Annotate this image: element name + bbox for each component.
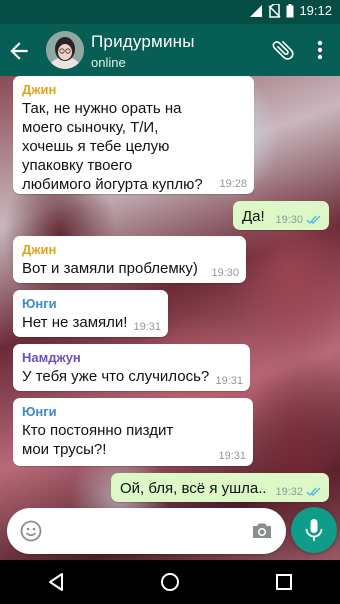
- chat-header: Придурмины online: [0, 24, 340, 76]
- message-time: 19:31: [215, 375, 243, 387]
- more-vert-icon[interactable]: [310, 38, 330, 62]
- message-text: У тебя уже что случилось?: [22, 368, 210, 385]
- status-bar: 19:12: [0, 0, 340, 24]
- message-time: 19:32: [275, 486, 303, 498]
- double-check-icon: [306, 487, 321, 497]
- message-time: 19:31: [133, 321, 161, 333]
- message-meta: 19:31: [133, 321, 161, 333]
- message-text: Кто постоянно пиздит мои трусы?!: [22, 422, 174, 458]
- message-bubble[interactable]: Джин Вот и замяли проблемку) 19:30: [13, 236, 246, 283]
- no-sim-icon: [268, 3, 281, 18]
- chat-title[interactable]: Придурмины: [91, 32, 195, 52]
- status-icons: 19:12: [249, 3, 332, 18]
- message-bubble-outgoing[interactable]: Да! 19:30: [233, 201, 329, 230]
- message-text: Так, не нужно орать на моего сыночку, Т/…: [22, 100, 203, 193]
- message-bubble[interactable]: Намджун У тебя уже что случилось? 19:31: [13, 344, 250, 391]
- message-text: Вот и замяли проблемку): [22, 260, 198, 277]
- nav-home-icon[interactable]: [158, 570, 182, 594]
- message-composer: [7, 508, 286, 554]
- double-check-icon: [306, 215, 321, 225]
- camera-icon[interactable]: [250, 519, 274, 543]
- chat-area[interactable]: Джин Так, не нужно орать на моего сыночк…: [0, 76, 340, 560]
- message-meta: 19:32: [275, 486, 322, 498]
- battery-icon: [286, 3, 294, 17]
- message-sender: Джин: [22, 82, 57, 97]
- message-sender: Джин: [22, 242, 57, 257]
- message-time: 19:28: [219, 178, 247, 190]
- mic-icon: [305, 519, 323, 541]
- message-meta: 19:28: [219, 178, 247, 190]
- message-bubble[interactable]: Джин Так, не нужно орать на моего сыночк…: [13, 76, 254, 194]
- nav-back-icon[interactable]: [44, 570, 68, 594]
- mic-button[interactable]: [291, 507, 337, 553]
- message-sender: Юнги: [22, 296, 57, 311]
- message-meta: 19:30: [211, 267, 239, 279]
- system-nav-bar: [0, 560, 340, 604]
- message-meta: 19:31: [215, 375, 243, 387]
- emoji-icon[interactable]: [19, 519, 43, 543]
- message-time: 19:30: [211, 267, 239, 279]
- status-time: 19:12: [299, 3, 332, 18]
- message-meta: 19:31: [218, 450, 246, 462]
- message-input[interactable]: [53, 520, 233, 542]
- avatar-image: [46, 31, 84, 69]
- message-sender: Юнги: [22, 404, 57, 419]
- paperclip-icon[interactable]: [270, 36, 296, 64]
- message-bubble[interactable]: Юнги Кто постоянно пиздит мои трусы?! 19…: [13, 398, 253, 466]
- message-time: 19:31: [218, 450, 246, 462]
- message-meta: 19:30: [275, 214, 322, 226]
- signal-icon: [250, 4, 263, 17]
- message-bubble-outgoing[interactable]: Ой, бля, всё я ушла.. 19:32: [111, 473, 329, 502]
- nav-recents-icon[interactable]: [272, 570, 296, 594]
- back-arrow-icon[interactable]: [6, 38, 32, 64]
- chat-status: online: [91, 55, 126, 70]
- message-sender: Намджун: [22, 350, 81, 365]
- message-bubble[interactable]: Юнги Нет не замяли! 19:31: [13, 290, 168, 337]
- avatar[interactable]: [46, 31, 84, 69]
- message-time: 19:30: [275, 214, 303, 226]
